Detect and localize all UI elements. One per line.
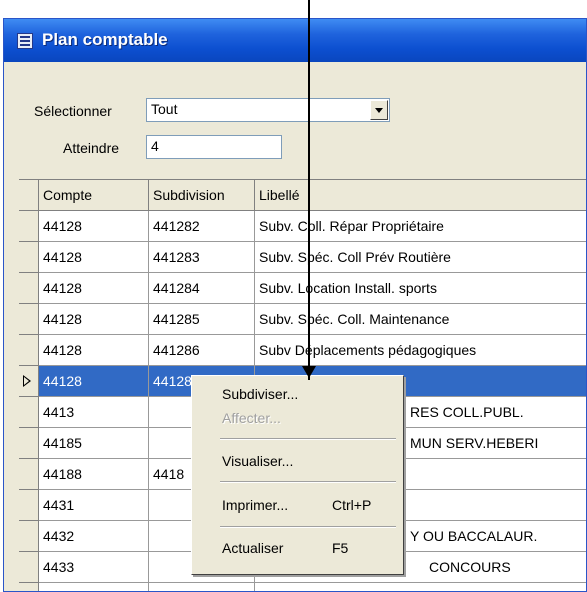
row-indicator[interactable] [19, 335, 39, 366]
select-label: Sélectionner [34, 103, 112, 119]
cell-compte: 44128 [39, 242, 149, 273]
cell-compte: 4431 [39, 490, 149, 521]
cell-compte: 44185 [39, 428, 149, 459]
table-row[interactable]: 44128 441282 Subv. Coll. Répar Propriéta… [19, 211, 586, 242]
row-indicator[interactable] [19, 273, 39, 304]
row-indicator[interactable] [19, 242, 39, 273]
row-indicator[interactable] [19, 552, 39, 583]
shortcut-f5: F5 [332, 540, 349, 556]
title-bar[interactable]: Plan comptable [4, 19, 586, 62]
row-indicator[interactable] [19, 366, 39, 397]
row-indicator[interactable] [19, 521, 39, 552]
cell-compte: 44128 [39, 273, 149, 304]
header-indicator [19, 180, 39, 211]
menu-item-actualiser[interactable]: Actualiser F5 [192, 536, 403, 560]
cell-libelle: Subv. Spéc. Coll Prév Routière [255, 242, 586, 273]
row-indicator[interactable] [19, 428, 39, 459]
annotation-arrow-line [308, 0, 310, 380]
reach-label: Atteindre [63, 140, 120, 156]
cell-subdivision: 441286 [149, 335, 255, 366]
cell-compte: 4432 [39, 521, 149, 552]
menu-separator [220, 481, 396, 483]
cell-libelle: OP POUR CPTE COLLECT BATT [255, 583, 586, 591]
row-indicator[interactable] [19, 397, 39, 428]
column-header-libelle[interactable]: Libellé [255, 180, 586, 211]
menu-separator [220, 438, 396, 440]
plan-comptable-window: Plan comptable Sélectionner Tout Atteind… [3, 18, 587, 592]
column-header-compte[interactable]: Compte [39, 180, 149, 211]
menu-item-imprimer[interactable]: Imprimer... Ctrl+P [192, 493, 403, 517]
cell-compte: 44188 [39, 459, 149, 490]
book-icon [17, 33, 33, 49]
cell-libelle: Subv Déplacements pédagogiques [255, 335, 586, 366]
menu-item-affecter[interactable]: Affecter... [192, 406, 403, 430]
cell-subdivision: 441283 [149, 242, 255, 273]
cell-subdivision: 441285 [149, 304, 255, 335]
table-row[interactable]: 44128 441284 Subv. Location Install. spo… [19, 273, 586, 304]
menu-item-visualiser[interactable]: Visualiser... [192, 449, 403, 473]
column-header-subdivision[interactable]: Subdivision [149, 180, 255, 211]
cell-libelle: Subv. Location Install. sports [255, 273, 586, 304]
cell-subdivision [149, 583, 255, 591]
annotation-arrow-head-icon [302, 366, 316, 378]
cell-compte: 4433 [39, 552, 149, 583]
cell-compte: 44128 [39, 211, 149, 242]
table-row[interactable]: 44128 441286 Subv Déplacements pédagogiq… [19, 335, 586, 366]
table-row[interactable]: 4434 OP POUR CPTE COLLECT BATT [19, 583, 586, 591]
chevron-down-icon[interactable] [370, 100, 388, 120]
grid-header: Compte Subdivision Libellé [19, 180, 586, 211]
cell-compte: 4413 [39, 397, 149, 428]
cell-subdivision: 441284 [149, 273, 255, 304]
row-indicator[interactable] [19, 490, 39, 521]
cell-libelle: Subv. Spéc. Coll. Maintenance [255, 304, 586, 335]
shortcut-ctrl-p: Ctrl+P [332, 497, 372, 513]
cell-compte: 44128 [39, 366, 149, 397]
row-indicator[interactable] [19, 211, 39, 242]
row-indicator[interactable] [19, 304, 39, 335]
cell-libelle: Subv. Coll. Répar Propriétaire [255, 211, 586, 242]
select-dropdown[interactable]: Tout [146, 98, 390, 122]
select-value: Tout [151, 101, 178, 117]
table-row[interactable]: 44128 441285 Subv. Spéc. Coll. Maintenan… [19, 304, 586, 335]
row-indicator[interactable] [19, 583, 39, 591]
row-indicator[interactable] [19, 459, 39, 490]
current-row-arrow-icon [23, 375, 31, 387]
reach-value: 4 [151, 138, 159, 154]
table-row[interactable]: 44128 441283 Subv. Spéc. Coll Prév Routi… [19, 242, 586, 273]
cell-subdivision: 441282 [149, 211, 255, 242]
menu-item-subdiviser[interactable]: Subdiviser... [192, 382, 403, 406]
cell-compte: 4434 [39, 583, 149, 591]
context-menu: Subdiviser... Affecter... Visualiser... … [191, 375, 404, 575]
cell-compte: 44128 [39, 304, 149, 335]
cell-compte: 44128 [39, 335, 149, 366]
window-title: Plan comptable [42, 30, 168, 49]
reach-input[interactable]: 4 [146, 135, 282, 159]
menu-separator [220, 526, 396, 528]
